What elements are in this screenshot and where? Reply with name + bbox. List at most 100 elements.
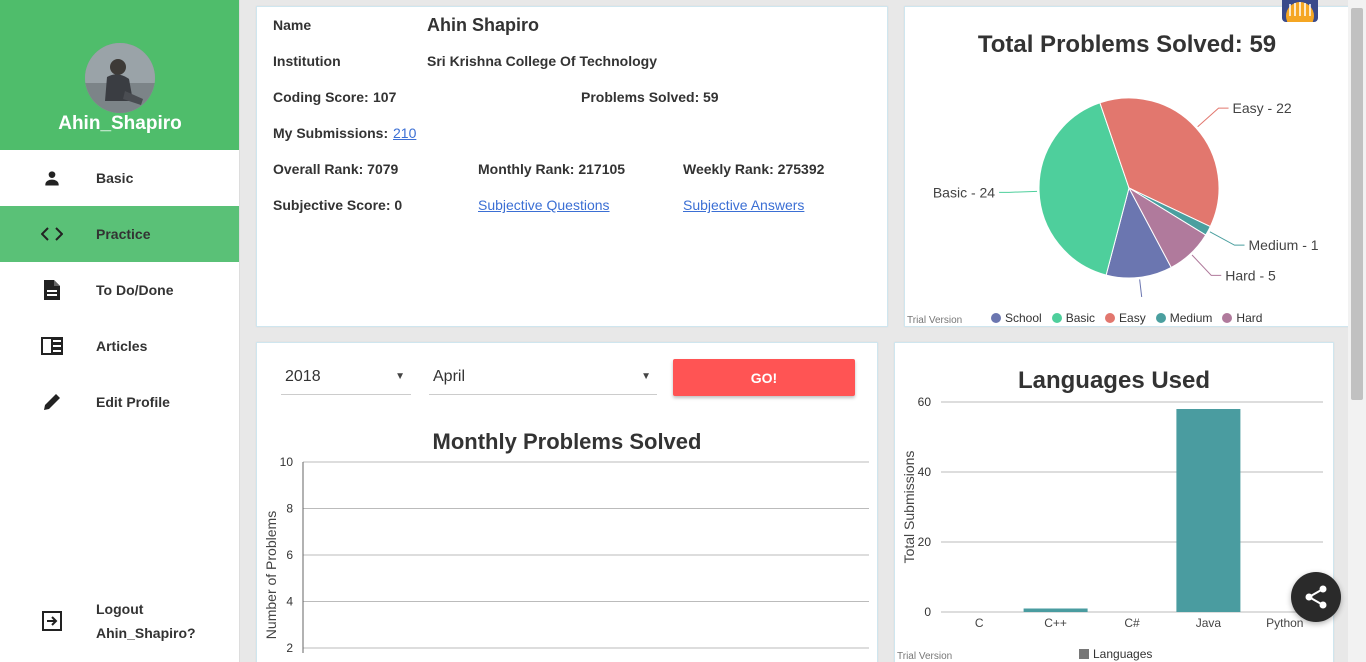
y-tick-label: 8 [286,502,293,516]
subjective-score: Subjective Score: 0 [273,197,403,213]
sidebar-item-basic[interactable]: Basic [0,150,239,206]
languages-trial-text: Trial Version [897,651,953,662]
subjective-questions-link[interactable]: Subjective Questions [478,197,610,213]
legend-label: Basic [1065,311,1096,325]
bar-cpp[interactable] [1023,608,1088,613]
pie-data-label: Basic - 24 [933,184,995,200]
share-icon [1305,585,1327,609]
avatar[interactable] [85,43,155,113]
x-tick-label: C [975,616,984,630]
pie-data-label: Medium - 1 [1249,237,1319,253]
institution-label: Institution [273,53,341,69]
month-select-value: April [433,367,466,385]
avatar-image [85,43,155,113]
legend-dot [991,313,1001,323]
problems-solved-label: Problems Solved: [581,89,700,105]
pie-trial-text: Trial Version [907,315,963,326]
legend-label: School [1005,311,1042,325]
document-icon [0,279,96,301]
pie-label-connector [1197,107,1229,128]
legend-item-medium[interactable]: Medium [1155,311,1213,325]
submissions-link[interactable]: 210 [393,125,416,141]
sidebar: Ahin_Shapiro Basic Practice To Do/Done A… [0,0,240,662]
pie-data-label: Hard - 5 [1225,267,1276,283]
legend-label: Easy [1119,311,1146,325]
x-tick-label: Java [1196,616,1222,630]
y-tick-label: 4 [286,595,293,609]
month-select[interactable]: April ▼ [429,359,657,395]
legend-label: Languages [1093,647,1153,661]
logout-button[interactable]: Logout Ahin_Shapiro? [0,596,240,646]
sidebar-item-label: Articles [96,338,148,354]
languages-card: Languages Used 60 40 20 0 C C++ C# Java Python To… [894,342,1334,662]
coding-score-value: 107 [373,89,397,105]
legend-item-easy[interactable]: Easy [1105,311,1146,325]
pie-label-connector [999,190,1038,193]
x-tick-label: C++ [1044,616,1067,630]
profile-header: Ahin_Shapiro [0,0,239,150]
pie-chart: School - 7Basic - 24Easy - 22Medium - 1H… [933,97,1319,297]
year-select-value: 2018 [285,367,321,385]
logout-line-2: Ahin_Shapiro? [96,625,196,641]
scrollbar[interactable] [1348,0,1366,662]
problems-solved-value: 59 [703,89,719,105]
article-icon [0,336,96,356]
pie-data-label: Easy - 22 [1233,100,1292,116]
weekly-rank: Weekly Rank: 275392 [683,161,825,177]
y-tick-label: 20 [918,535,932,549]
logout-icon [0,610,96,632]
pie-label-connector [1209,231,1245,246]
legend-swatch [1079,649,1089,659]
monthly-card: 2018 ▼ April ▼ GO! Monthly Problems Solv… [256,342,878,662]
sidebar-item-articles[interactable]: Articles [0,318,239,374]
pie-label-connector [1139,279,1143,297]
x-tick-label: C# [1124,616,1140,630]
logout-line-1: Logout [96,601,144,617]
profile-info-card: Name Ahin Shapiro Institution Sri Krishn… [256,6,888,327]
legend-dot [1155,313,1166,323]
legend-label: Medium [1169,311,1213,325]
subjective-answers-link[interactable]: Subjective Answers [683,197,804,213]
sidebar-item-practice[interactable]: Practice [0,206,239,262]
y-tick-label: 6 [286,548,293,562]
go-button[interactable]: GO! [673,359,855,396]
name-label: Name [273,17,312,33]
y-tick-label: 0 [924,605,931,619]
dropdown-arrow-icon: ▼ [641,371,651,382]
profile-username: Ahin_Shapiro [58,113,182,134]
submissions-label: My Submissions: [273,125,389,141]
y-tick-label: 60 [918,395,932,409]
y-tick-label: 2 [286,641,293,653]
institution-value: Sri Krishna College Of Technology [427,53,657,69]
legend-dot [1222,313,1233,323]
person-icon [0,168,96,188]
code-icon [0,226,96,242]
legend-item-basic[interactable]: Basic [1051,311,1096,325]
monthly-chart-title: Monthly Problems Solved [432,429,702,454]
scrollbar-thumb[interactable] [1351,8,1363,400]
legend-dot [1051,313,1062,323]
pie-legend: School Basic Easy Medium Hard [991,311,1272,325]
sidebar-item-todo[interactable]: To Do/Done [0,262,239,318]
legend-item-hard[interactable]: Hard [1222,311,1262,325]
legend-dot [1105,313,1116,323]
logout-label: Logout Ahin_Shapiro? [96,597,196,645]
problems-pie-card: Total Problems Solved: 59 School - 7Basi… [904,6,1350,327]
x-tick-label: Python [1266,616,1303,630]
y-axis-label: Number of Problems [263,511,279,639]
legend-label: Hard [1236,311,1263,325]
coding-score-label: Coding Score: [273,89,369,105]
y-tick-label: 40 [918,465,932,479]
pencil-icon [0,392,96,412]
monthly-chart: 10 8 6 4 2 Number of Problems [263,455,869,653]
legend-item-school[interactable]: School [991,311,1042,325]
year-select[interactable]: 2018 ▼ [281,359,411,395]
sidebar-item-label: Edit Profile [96,394,170,410]
bar-java[interactable] [1176,409,1241,612]
sidebar-item-label: Practice [96,226,151,242]
dropdown-arrow-icon: ▼ [395,371,405,382]
sidebar-item-edit-profile[interactable]: Edit Profile [0,374,239,430]
site-logo-icon[interactable] [1282,0,1318,22]
languages-chart: 60 40 20 0 C C++ C# Java Python Total Submissions [901,395,1323,630]
share-button[interactable] [1291,572,1341,622]
